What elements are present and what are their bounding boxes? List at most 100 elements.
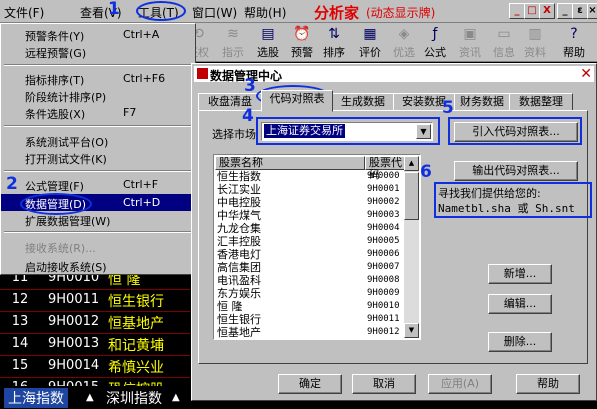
triangle-icon: ▲ bbox=[172, 392, 180, 403]
toolbar-button-7[interactable]: ƒ 公式 bbox=[420, 23, 450, 61]
menu-item-6[interactable]: 打开测试文件(K) bbox=[1, 149, 195, 166]
list-item[interactable]: 恒生银行 9H0011 bbox=[215, 314, 405, 325]
menu-help[interactable]: 帮助(H) bbox=[244, 4, 286, 21]
list-scrollbar[interactable]: ▲ ▼ bbox=[404, 156, 419, 338]
edit-button[interactable]: 编辑... bbox=[488, 294, 552, 314]
help-button[interactable]: 帮助 bbox=[516, 374, 580, 394]
list-item-name: 中华煤气 bbox=[217, 209, 261, 222]
menu-item-label: 阶段统计排序(P) bbox=[25, 91, 107, 104]
child-minimize-icon[interactable]: _ bbox=[557, 3, 573, 19]
toolbar-button-10: ▥ 资料 bbox=[520, 23, 550, 61]
list-item[interactable]: 九龙仓集 9H0004 bbox=[215, 223, 405, 234]
menu-item-7[interactable]: 公式管理(F) Ctrl+F bbox=[1, 176, 195, 193]
ok-button[interactable]: 确定 bbox=[278, 374, 342, 394]
tab-2[interactable]: 生成数据 bbox=[332, 93, 394, 111]
scroll-down-icon[interactable]: ▼ bbox=[404, 323, 419, 338]
annotation-label-3: 3 bbox=[244, 76, 256, 96]
menu-item-1[interactable]: 远程预警(G) bbox=[1, 43, 195, 60]
toolbar-button-4[interactable]: ⇅ 排序 bbox=[319, 23, 349, 61]
data-icon: ▥ bbox=[528, 26, 542, 42]
menu-item-5[interactable]: 系统测试平台(O) bbox=[1, 132, 195, 149]
tab-4[interactable]: 财务数据 bbox=[454, 93, 510, 111]
close-icon[interactable]: X bbox=[539, 3, 555, 19]
delete-button[interactable]: 删除... bbox=[488, 332, 552, 352]
cancel-button[interactable]: 取消 bbox=[352, 374, 416, 394]
menu-item-11[interactable]: 启动接收系统(S) bbox=[1, 257, 195, 274]
list-item-code: 9H0004 bbox=[367, 223, 400, 233]
child-restore-icon[interactable]: ε bbox=[572, 3, 588, 19]
toolbar-button-3[interactable]: ⏰ 预警 bbox=[287, 23, 317, 61]
chevron-down-icon[interactable]: ▼ bbox=[416, 124, 431, 139]
menu-window[interactable]: 窗口(W) bbox=[192, 4, 237, 21]
child-close-icon[interactable]: × bbox=[587, 3, 597, 19]
tab-5[interactable]: 数据整理 bbox=[509, 93, 573, 111]
maximize-icon[interactable]: □ bbox=[524, 3, 540, 19]
brand-title: 分析家 bbox=[314, 4, 360, 22]
list-item-code: 9H0005 bbox=[367, 236, 400, 246]
menu-item-8[interactable]: 数据管理(D) Ctrl+D bbox=[1, 194, 195, 211]
toolbar-button-5[interactable]: ▦ 评价 bbox=[355, 23, 385, 61]
export-code-table-button[interactable]: 输出代码对照表... bbox=[454, 161, 578, 181]
table-row[interactable]: 12 9H0011 恒生银行 bbox=[0, 289, 190, 312]
alarm-icon: ⏰ bbox=[293, 26, 311, 42]
toolbar-button-11[interactable]: ? 帮助 bbox=[559, 23, 589, 61]
menu-item-3[interactable]: 阶段统计排序(P) bbox=[1, 87, 195, 104]
menu-item-4[interactable]: 条件选股(X) F7 bbox=[1, 104, 195, 121]
list-item[interactable]: 高信集团 9H0007 bbox=[215, 262, 405, 273]
scroll-up-icon[interactable]: ▲ bbox=[404, 156, 419, 171]
list-item-code: 9H0007 bbox=[367, 262, 400, 272]
tab-shanghai-index[interactable]: 上海指数 bbox=[4, 388, 68, 408]
market-select[interactable]: 上海证券交易所 ▼ bbox=[261, 122, 433, 141]
list-item[interactable]: 中电控股 9H0002 bbox=[215, 197, 405, 208]
toolbar-button-label: 排序 bbox=[323, 46, 345, 59]
import-code-table-button[interactable]: 引入代码对照表... bbox=[454, 122, 578, 142]
stock-num: 15 bbox=[11, 358, 29, 373]
preferred-icon: ◈ bbox=[398, 26, 410, 42]
list-item-name: 恒生指数 bbox=[217, 170, 261, 183]
menu-item-label: 数据管理(D) bbox=[25, 198, 87, 211]
list-item-name: 汇丰控股 bbox=[217, 235, 261, 248]
list-item[interactable]: 恒生指数 9H0000 bbox=[215, 171, 405, 182]
list-item[interactable]: 东方娱乐 9H0009 bbox=[215, 288, 405, 299]
close-icon[interactable]: ✕ bbox=[580, 66, 592, 82]
menu-item-label: 公式管理(F) bbox=[25, 180, 84, 193]
menu-file[interactable]: 文件(F) bbox=[4, 4, 44, 21]
annotation-label-6: 6 bbox=[420, 162, 432, 182]
brand-subtitle: (动态显示牌) bbox=[366, 6, 436, 20]
minimize-icon[interactable]: _ bbox=[509, 3, 525, 19]
tab-shenzhen-index[interactable]: 深圳指数 bbox=[102, 388, 166, 408]
column-header-name[interactable]: 股票名称 bbox=[215, 156, 365, 170]
list-item[interactable]: 香港电灯 9H0006 bbox=[215, 249, 405, 260]
menu-item-2[interactable]: 指标排序(T) Ctrl+F6 bbox=[1, 70, 195, 87]
table-row[interactable]: 14 9H0013 和记黄埔 bbox=[0, 333, 190, 356]
tab-1[interactable]: 代码对照表 bbox=[261, 90, 333, 112]
stock-num: 14 bbox=[11, 336, 29, 351]
toolbar-button-2[interactable]: ▤ 选股 bbox=[253, 23, 283, 61]
scroll-thumb[interactable] bbox=[404, 172, 419, 220]
menu-separator bbox=[4, 125, 192, 127]
stock-name: 希慎兴业 bbox=[108, 360, 164, 376]
list-item[interactable]: 电讯盈科 9H0008 bbox=[215, 275, 405, 286]
list-item[interactable]: 恒 隆 9H0010 bbox=[215, 301, 405, 312]
table-row[interactable]: 13 9H0012 恒基地产 bbox=[0, 311, 190, 334]
menu-tools[interactable]: 工具(T) bbox=[138, 4, 179, 21]
menu-item-label: 打开测试文件(K) bbox=[25, 153, 107, 166]
list-item[interactable]: 汇丰控股 9H0005 bbox=[215, 236, 405, 247]
list-item-code: 9H0011 bbox=[367, 314, 400, 324]
triangle-icon: ▲ bbox=[86, 392, 94, 403]
add-button[interactable]: 新增... bbox=[488, 264, 552, 284]
apply-button: 应用(A) bbox=[428, 374, 492, 394]
list-item-name: 香港电灯 bbox=[217, 248, 261, 261]
toolbar-button-label: 预警 bbox=[291, 46, 313, 59]
list-item[interactable]: 中华煤气 9H0003 bbox=[215, 210, 405, 221]
menu-item-label: 系统测试平台(O) bbox=[25, 136, 109, 149]
stock-grid: 11 9H0010 恒 隆 12 9H0011 恒生银行 13 9H0012 恒基地产 14 9H0… bbox=[0, 270, 190, 400]
code-list[interactable]: 股票名称 股票代码 恒生指数 9H0000 长江实业 9H0001 中电控股 9H0002… bbox=[213, 154, 421, 340]
menu-item-9[interactable]: 扩展数据管理(W) bbox=[1, 211, 195, 228]
column-header-code[interactable]: 股票代码 bbox=[365, 156, 405, 181]
list-item[interactable]: 长江实业 9H0001 bbox=[215, 184, 405, 195]
toolbar-button-label: 公式 bbox=[424, 46, 446, 59]
list-item[interactable]: 恒基地产 9H0012 bbox=[215, 327, 405, 338]
menu-item-0[interactable]: 预警条件(Y) Ctrl+A bbox=[1, 26, 195, 43]
table-row[interactable]: 15 9H0014 希慎兴业 bbox=[0, 355, 190, 378]
